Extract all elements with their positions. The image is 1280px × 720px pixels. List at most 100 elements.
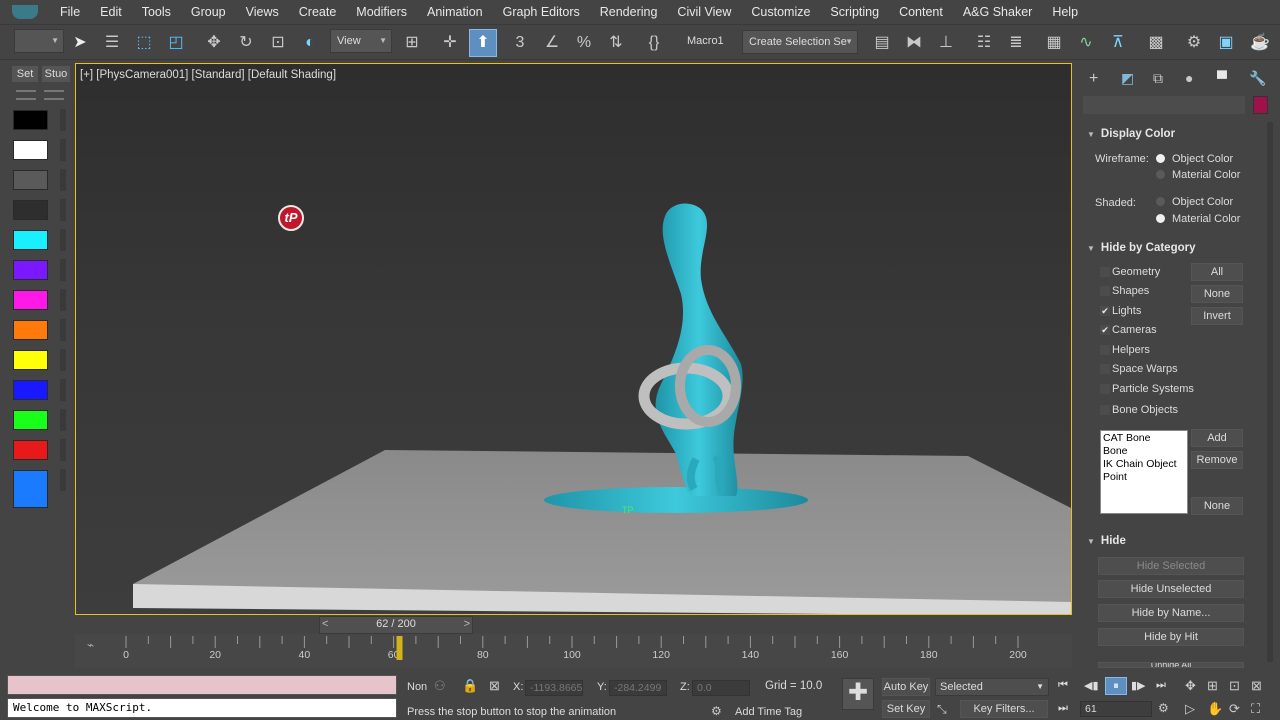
utilities-tab-icon[interactable]: 🔧 — [1249, 70, 1266, 87]
isolate-selection-icon[interactable]: ⚇ — [434, 678, 446, 694]
snaps-toggle-icon[interactable]: 3 — [506, 29, 534, 57]
menu-customize[interactable]: Customize — [741, 0, 820, 24]
color-swatch[interactable] — [13, 110, 48, 130]
wireframe-object-color-radio[interactable] — [1156, 154, 1165, 163]
maxscript-output[interactable]: Welcome to MAXScript. — [7, 698, 397, 718]
zoom-icon[interactable]: ✥ — [1185, 678, 1196, 694]
menu-group[interactable]: Group — [181, 0, 236, 24]
keyboard-shortcut-override-icon[interactable]: ⬆ — [469, 29, 497, 57]
wireframe-object-color-label[interactable]: Object Color — [1172, 153, 1233, 165]
menu-graph-editors[interactable]: Graph Editors — [493, 0, 590, 24]
pan-view-icon[interactable]: ✋ — [1207, 701, 1223, 717]
swatch-scroll-handle[interactable] — [60, 379, 66, 401]
display-tab-icon[interactable]: ▀ — [1217, 70, 1227, 86]
window-crossing-icon[interactable]: ◰ — [162, 29, 190, 57]
swatch-scroll-handle[interactable] — [60, 349, 66, 371]
hierarchy-tab-icon[interactable]: ⧉ — [1153, 70, 1163, 87]
swatch-scroll-handle[interactable] — [60, 259, 66, 281]
menu-edit[interactable]: Edit — [90, 0, 132, 24]
edit-named-sets-icon[interactable]: ▤ — [868, 29, 896, 57]
color-swatch[interactable] — [13, 230, 48, 250]
color-swatch[interactable] — [13, 440, 48, 460]
color-swatch[interactable] — [13, 410, 48, 430]
color-swatch[interactable] — [13, 200, 48, 220]
category-checkbox[interactable] — [1100, 345, 1110, 355]
hide-all-button[interactable]: All — [1191, 263, 1243, 281]
hide-unselected-button[interactable]: Hide Unselected — [1098, 580, 1244, 598]
category-checkbox[interactable] — [1100, 364, 1110, 374]
category-checkbox[interactable] — [1100, 405, 1110, 415]
color-swatch[interactable] — [13, 320, 48, 340]
rollout-hide[interactable]: ▼ Hide — [1087, 532, 1257, 550]
color-swatch[interactable] — [13, 170, 48, 190]
rollout-hide-by-category[interactable]: ▼ Hide by Category — [1087, 239, 1257, 257]
swatch-scroll-handle[interactable] — [60, 109, 66, 131]
category-list-item[interactable]: Bone — [1103, 445, 1185, 458]
tab-set[interactable]: Set — [12, 66, 38, 82]
undo-history-dropdown[interactable]: ▼ — [14, 29, 64, 53]
key-mode-toggle-icon[interactable]: ⏭ — [1058, 702, 1068, 715]
swatch-scroll-handle[interactable] — [60, 199, 66, 221]
select-by-name-icon[interactable]: ☰ — [98, 29, 126, 57]
spinner-snap-icon[interactable]: ⇅ — [602, 29, 630, 57]
scene-explorer-icon[interactable]: ☷ — [970, 29, 998, 57]
rendered-frame-window-icon[interactable]: ▣ — [1212, 29, 1240, 57]
swatch-scroll-handle[interactable] — [60, 409, 66, 431]
color-swatch[interactable] — [13, 260, 48, 280]
pause-button-icon[interactable]: ⏸ — [1105, 677, 1127, 695]
modify-tab-icon[interactable]: ◩ — [1121, 70, 1134, 87]
x-coordinate-field[interactable]: -1193.8665 — [525, 680, 583, 696]
key-mode-dropdown[interactable]: Selected ▼ — [935, 678, 1049, 696]
unhide-all-button[interactable]: Unhide All — [1098, 662, 1244, 668]
auto-key-button[interactable]: Auto Key — [882, 678, 930, 696]
key-filters-button[interactable]: Key Filters... — [960, 700, 1048, 718]
remove-category-button[interactable]: Remove — [1191, 451, 1243, 469]
add-category-button[interactable]: Add — [1191, 429, 1243, 447]
category-list[interactable]: CAT Bone Bone IK Chain Object Point — [1100, 430, 1188, 514]
next-key-icon[interactable]: ▮▶ — [1131, 679, 1146, 692]
go-to-start-icon[interactable]: ⏮ — [1058, 679, 1068, 692]
swatch-scroll-handle[interactable] — [60, 139, 66, 161]
set-key-big-button[interactable]: ✚ — [842, 678, 874, 710]
shaded-material-color-radio[interactable] — [1156, 214, 1165, 223]
menu-modifiers[interactable]: Modifiers — [346, 0, 417, 24]
color-swatch[interactable] — [13, 290, 48, 310]
select-scale-icon[interactable]: ⊡ — [264, 29, 292, 57]
command-panel-scrollbar[interactable] — [1267, 122, 1273, 662]
object-color-swatch[interactable] — [1253, 96, 1268, 114]
list-none-button[interactable]: None — [1191, 497, 1243, 515]
object-name-field[interactable] — [1083, 96, 1245, 114]
absolute-mode-icon[interactable]: ⊠ — [489, 678, 500, 694]
menu-file[interactable]: File — [50, 0, 90, 24]
category-label[interactable]: Particle Systems — [1112, 383, 1194, 395]
color-swatch[interactable] — [13, 380, 48, 400]
next-frame-button[interactable]: > — [458, 618, 470, 630]
category-label[interactable]: Shapes — [1112, 285, 1149, 297]
select-move-icon[interactable]: ✥ — [200, 29, 228, 57]
hide-by-hit-button[interactable]: Hide by Hit — [1098, 628, 1244, 646]
category-list-item[interactable]: IK Chain Object — [1103, 458, 1185, 471]
maxscript-listener-input[interactable] — [7, 675, 397, 695]
swatch-scroll-handle[interactable] — [60, 169, 66, 191]
time-tag-icon[interactable]: ⚙ — [711, 704, 722, 718]
category-list-item[interactable]: Point — [1103, 471, 1185, 484]
wireframe-material-color-radio[interactable] — [1156, 170, 1165, 179]
current-frame-field[interactable]: 61 — [1080, 701, 1152, 717]
color-swatch[interactable] — [13, 140, 48, 160]
perspective-viewport[interactable]: [+] [PhysCamera001] [Standard] [Default … — [75, 63, 1072, 615]
swatch-scroll-handle[interactable] — [60, 439, 66, 461]
category-label[interactable]: Geometry — [1112, 266, 1160, 278]
category-checkbox[interactable] — [1100, 267, 1110, 277]
hide-selected-button[interactable]: Hide Selected — [1098, 557, 1244, 575]
material-editor-icon[interactable]: ▩ — [1142, 29, 1170, 57]
hide-none-button[interactable]: None — [1191, 285, 1243, 303]
menu-create[interactable]: Create — [289, 0, 347, 24]
go-to-end-icon[interactable]: ⏭ — [1156, 679, 1166, 692]
hide-by-name-button[interactable]: Hide by Name... — [1098, 604, 1244, 622]
previous-key-icon[interactable]: ◀▮ — [1084, 679, 1099, 692]
orbit-icon[interactable]: ⟳ — [1229, 701, 1240, 717]
set-key-button[interactable]: Set Key — [882, 700, 930, 718]
swatch-scroll-handle[interactable] — [60, 469, 66, 491]
time-configuration-icon[interactable]: ⚙ — [1158, 701, 1169, 715]
select-object-icon[interactable]: ➤ — [66, 29, 94, 57]
